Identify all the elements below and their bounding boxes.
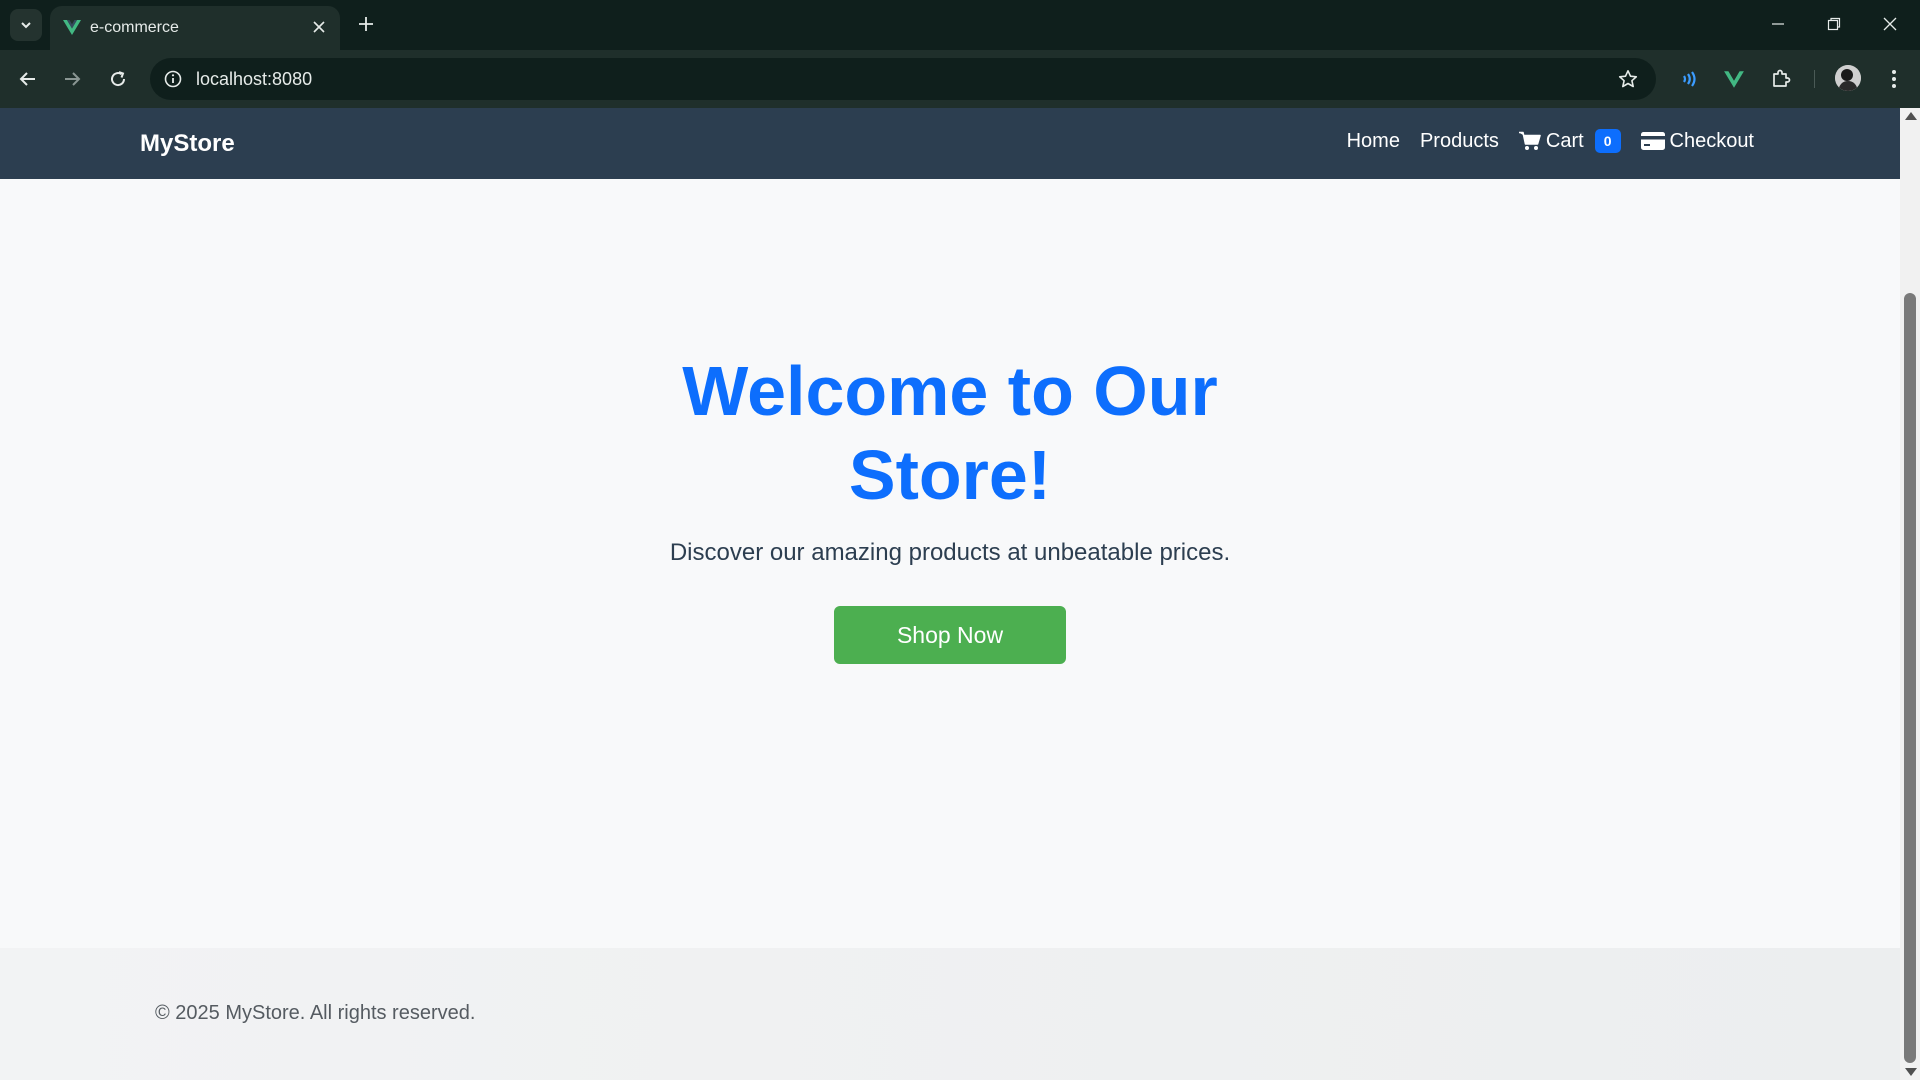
bookmark-button[interactable] (1616, 67, 1640, 91)
new-tab-button[interactable] (352, 10, 380, 38)
minimize-button[interactable] (1758, 8, 1798, 40)
info-icon (164, 70, 182, 88)
nav-home-label: Home (1346, 129, 1400, 152)
plus-icon (359, 17, 373, 31)
scroll-up-arrow[interactable] (1905, 112, 1917, 120)
restore-button[interactable] (1814, 8, 1854, 40)
profile-avatar[interactable] (1835, 65, 1861, 91)
nav-links: Home Products Cart 0 Checkout (1327, 129, 1754, 153)
browser-toolbar: localhost:8080 (0, 50, 1920, 108)
footer-copyright: © 2025 MyStore. All rights reserved. (155, 1002, 476, 1024)
tab-title: e-commerce (90, 19, 179, 36)
close-window-button[interactable] (1870, 8, 1910, 40)
star-icon (1618, 70, 1638, 88)
forward-button[interactable] (56, 63, 88, 95)
back-button[interactable] (12, 63, 44, 95)
nav-products-label: Products (1419, 129, 1499, 152)
minimize-icon (1772, 23, 1784, 25)
kebab-menu-icon (1892, 70, 1896, 88)
sound-waves-icon (1683, 71, 1696, 87)
url-text[interactable]: localhost:8080 (196, 69, 312, 90)
restore-icon (1827, 17, 1841, 31)
hero-title: Welcome to Our Store! (682, 352, 1218, 514)
page-scrollbar[interactable] (1900, 108, 1920, 1080)
reload-button[interactable] (102, 63, 134, 95)
site-navbar: MyStore Home Products Cart 0 Checkout (0, 108, 1900, 179)
extension-button[interactable] (1675, 65, 1703, 93)
browser-tab[interactable]: e-commerce (50, 6, 340, 50)
hero-section: Welcome to Our Store! Discover our amazi… (0, 179, 1900, 948)
nav-products-link[interactable]: Products (1420, 130, 1499, 153)
hero-subtitle: Discover our amazing products at unbeata… (669, 539, 1231, 566)
tab-search-button[interactable] (10, 9, 42, 41)
arrow-left-icon (19, 72, 35, 86)
arrow-right-icon (65, 72, 81, 86)
site-brand[interactable]: MyStore (140, 130, 235, 158)
scroll-down-arrow[interactable] (1905, 1068, 1917, 1076)
puzzle-icon (1773, 69, 1791, 87)
page-viewport: MyStore Home Products Cart 0 Checkout We… (0, 108, 1900, 1080)
nav-checkout-link[interactable]: Checkout (1640, 129, 1755, 153)
address-bar[interactable]: localhost:8080 (150, 58, 1656, 100)
vue-logo-icon (1724, 71, 1744, 88)
toolbar-separator (1814, 70, 1815, 88)
cart-count-badge: 0 (1594, 129, 1621, 153)
site-info-button[interactable] (160, 66, 186, 92)
chevron-down-icon (21, 22, 31, 29)
tab-close-button[interactable] (308, 16, 330, 38)
shop-now-button[interactable]: Shop Now (834, 606, 1066, 664)
reload-icon (111, 71, 126, 87)
vue-logo-icon (63, 20, 81, 35)
close-icon (313, 21, 325, 33)
credit-card-icon (1640, 132, 1665, 150)
avatar-icon (1835, 65, 1861, 91)
nav-home-link[interactable]: Home (1347, 130, 1400, 153)
scroll-thumb[interactable] (1904, 293, 1916, 1063)
browser-menu-button[interactable] (1880, 65, 1908, 93)
extensions-button[interactable] (1767, 65, 1795, 93)
nav-cart-link[interactable]: Cart 0 (1518, 129, 1621, 153)
nav-checkout-label: Checkout (1669, 129, 1755, 152)
site-footer: © 2025 MyStore. All rights reserved. (0, 948, 1900, 1080)
nav-cart-label: Cart (1545, 129, 1584, 152)
shopping-cart-icon (1518, 131, 1541, 150)
browser-tab-strip: e-commerce (0, 0, 1920, 50)
vue-devtools-extension-button[interactable] (1720, 65, 1748, 93)
close-icon (1883, 17, 1897, 31)
